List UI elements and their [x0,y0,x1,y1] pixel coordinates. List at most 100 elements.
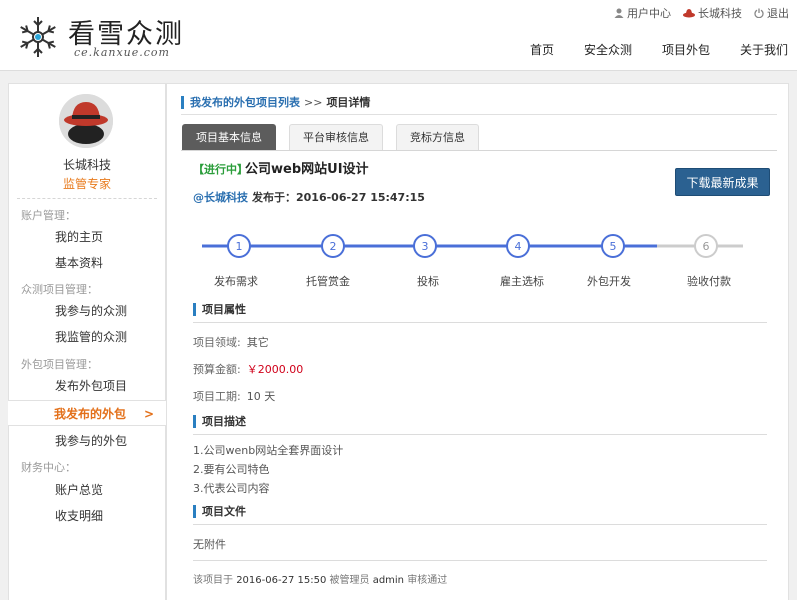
user-icon [614,8,624,18]
section-divider [193,434,767,435]
sidebar-item-transactions[interactable]: 收支明细 [9,503,165,529]
logout-link[interactable]: 退出 [754,5,789,21]
audit-prefix: 该项目于 [193,575,233,586]
field-domain: 项目领域: 其它 [193,334,269,350]
step-number: 2 [330,240,337,253]
sidebar-item-joined-outsourcing[interactable]: 我参与的外包 [9,428,165,454]
header: 看雪众测 ce.kanxue.com 用户中心 长城科技 退出 首页 安全众测 … [0,0,797,71]
logout-label: 退出 [767,7,789,20]
step-number: 1 [236,240,243,253]
section-title-attributes: 项目属性 [193,303,246,316]
step-circle-1: 1 [227,234,251,258]
account-label: 长城科技 [698,7,742,20]
nav-about[interactable]: 关于我们 [740,41,797,58]
budget-value: ￥2000.00 [246,363,304,376]
sidebar-item-profile[interactable]: 基本资料 [9,250,165,276]
breadcrumb-current: 项目详情 [326,96,371,109]
site-logo[interactable]: 看雪众测 ce.kanxue.com [12,12,182,62]
field-label: 预算金额: [193,363,241,376]
step-label-4: 雇主选标 [500,275,544,288]
audit-time: 2016-06-27 15:50 [236,575,327,586]
nav-security-test[interactable]: 安全众测 [584,41,632,58]
sidebar-group-account: 账户管理： [21,209,76,222]
audit-note: 该项目于 2016-06-27 15:50 被管理员 admin 审核通过 [193,571,447,586]
breadcrumb-divider [181,114,777,115]
nav-home[interactable]: 首页 [530,41,554,58]
avatar[interactable] [59,94,113,148]
field-budget: 预算金额: ￥2000.00 [193,361,303,377]
breadcrumb-separator: >> [304,96,323,109]
step-number: 5 [610,240,617,253]
step-label-2: 托管赏金 [306,275,350,288]
breadcrumb-link-list[interactable]: 我发布的外包项目列表 [190,96,300,109]
description-line: 1.公司wenb网站全套界面设计 [193,444,344,457]
step-label-1: 发布需求 [214,275,258,288]
chevron-right-icon: > [143,407,154,421]
step-number: 6 [703,240,710,253]
sidebar-divider [17,198,157,199]
audit-admin: admin [372,575,405,586]
top-links: 用户中心 长城科技 退出 [614,5,789,21]
step-circle-3: 3 [413,234,437,258]
field-value: 10 天 [246,390,276,403]
sidebar-item-my-home[interactable]: 我的主页 [9,224,165,250]
step-circle-2: 2 [321,234,345,258]
sidebar-item-joined-tests[interactable]: 我参与的众测 [9,298,165,324]
field-duration: 项目工期: 10 天 [193,388,275,404]
sidebar-item-account-overview[interactable]: 账户总览 [9,477,165,503]
step-circle-6: 6 [694,234,718,258]
status-badge: 【进行中】 [193,163,248,176]
section-title-files: 项目文件 [193,505,246,518]
nav-outsourcing[interactable]: 项目外包 [662,41,710,58]
step-circle-4: 4 [506,234,530,258]
no-attachment-text: 无附件 [193,538,226,551]
tab-audit-info[interactable]: 平台审核信息 [289,124,383,150]
tab-basic-info[interactable]: 项目基本信息 [182,124,276,150]
download-results-button[interactable]: 下载最新成果 [675,168,770,196]
redhat-icon [683,9,695,18]
publish-time: 发布于：2016-06-27 15:47:15 [252,191,425,204]
section-title-description: 项目描述 [193,415,246,428]
snowflake-logo-icon [20,17,56,57]
account-link[interactable]: 长城科技 [683,5,742,21]
sidebar-item-label: 我发布的外包 [54,407,127,421]
main-nav: 首页 安全众测 项目外包 关于我们 [530,41,797,58]
breadcrumb: 我发布的外包项目列表 >> 项目详情 [181,96,370,109]
step-number: 4 [515,240,522,253]
main-content: 我发布的外包项目列表 >> 项目详情 项目基本信息 平台审核信息 竞标方信息 【进行… [166,83,789,600]
audit-suffix: 审核通过 [407,575,448,586]
field-label: 项目工期: [193,390,241,403]
sidebar-group-crowdtest: 众测项目管理： [21,283,98,296]
author-line: @长城科技 发布于：2016-06-27 15:47:15 [193,189,425,205]
step-label-3: 投标 [417,275,439,288]
author-link[interactable]: @长城科技 [193,191,248,204]
power-icon [754,8,764,18]
user-role: 监管专家 [62,177,111,191]
description-line: 3.代表公司内容 [193,482,270,495]
sidebar-item-supervised-tests[interactable]: 我监管的众测 [9,324,165,350]
sidebar-item-my-published[interactable]: 我发布的外包 > [8,400,166,426]
redhat-avatar-icon [59,94,113,148]
step-number: 3 [422,240,429,253]
section-divider [193,560,767,561]
step-label-6: 验收付款 [687,275,731,288]
user-name: 长城科技 [62,158,111,172]
tab-divider [181,150,777,151]
description-line: 2.要有公司特色 [193,463,270,476]
tab-bar: 项目基本信息 平台审核信息 竞标方信息 [182,124,479,150]
sidebar: 长城科技 监管专家 账户管理： 我的主页 基本资料 众测项目管理： 我参与的众测… [8,83,166,600]
audit-mid: 被管理员 [329,575,370,586]
project-title: 公司web网站UI设计 [245,162,369,177]
field-label: 项目领域: [193,336,241,349]
section-divider [193,524,767,525]
field-value: 其它 [246,336,269,349]
sidebar-group-outsourcing: 外包项目管理： [21,358,98,371]
section-divider [193,322,767,323]
sidebar-item-publish-project[interactable]: 发布外包项目 [9,373,165,399]
logo-text-en: ce.kanxue.com [74,46,170,59]
tab-bidder-info[interactable]: 竞标方信息 [396,124,479,150]
user-center-label: 用户中心 [627,7,671,20]
user-center-link[interactable]: 用户中心 [614,5,671,21]
step-circle-5: 5 [601,234,625,258]
step-label-5: 外包开发 [587,275,631,288]
